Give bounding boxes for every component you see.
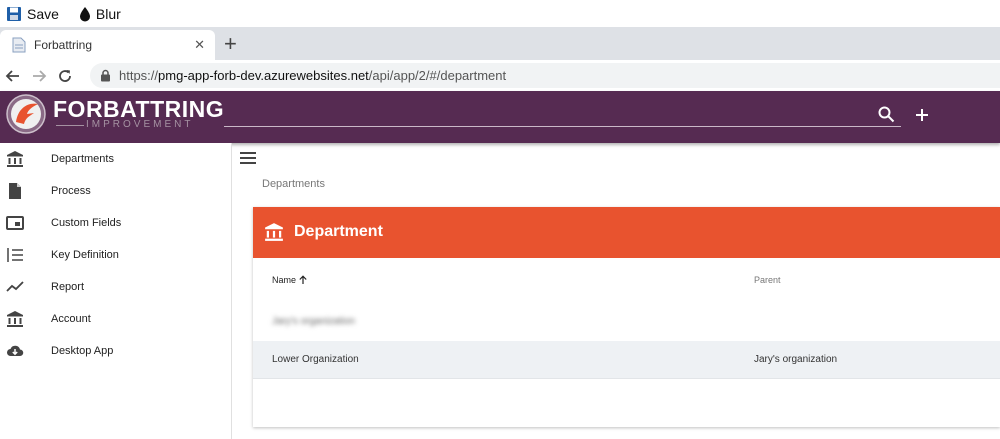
save-button[interactable]: Save xyxy=(6,6,59,22)
annotation-toolbar: Save Blur xyxy=(0,0,1000,27)
sidebar-item-label: Key Definition xyxy=(51,249,119,261)
url-host: pmg-app-forb-dev.azurewebsites.net xyxy=(158,68,369,83)
app-header: FORBATTRING IMPROVEMENT xyxy=(0,91,1000,143)
search-input[interactable] xyxy=(224,126,901,127)
ordered-list-icon xyxy=(7,248,23,262)
sort-ascending-icon xyxy=(299,275,307,284)
sidebar-item-label: Process xyxy=(51,185,91,197)
new-tab-icon[interactable]: + xyxy=(224,31,237,57)
close-tab-icon[interactable]: ✕ xyxy=(194,37,205,53)
trend-icon xyxy=(6,281,24,292)
bank-icon xyxy=(7,311,23,327)
forward-icon[interactable] xyxy=(26,68,52,84)
sidebar-item-report[interactable]: Report xyxy=(0,271,231,303)
address-bar[interactable]: https://pmg-app-forb-dev.azurewebsites.n… xyxy=(90,63,1000,88)
brand-tagline: IMPROVEMENT xyxy=(86,119,194,130)
cell-name: Lower Organization xyxy=(272,354,359,365)
sidebar: Departments Process Custom Fields Key De… xyxy=(0,143,232,439)
sidebar-item-account[interactable]: Account xyxy=(0,303,231,335)
droplet-icon xyxy=(79,6,90,21)
cell-parent: Jary's organization xyxy=(754,354,838,365)
column-header-label: Name xyxy=(272,275,297,285)
lock-icon xyxy=(101,69,110,82)
browser-tab-strip: Forbattring ✕ + xyxy=(0,27,1000,60)
page-favicon-icon xyxy=(12,37,26,53)
back-icon[interactable] xyxy=(0,68,26,84)
department-card: Department Name Parent Jary's organizati… xyxy=(253,207,1000,427)
breadcrumb[interactable]: Departments xyxy=(262,178,325,190)
custom-field-icon xyxy=(6,216,24,230)
floppy-disk-icon xyxy=(7,6,21,21)
tab-title: Forbattring xyxy=(34,38,93,52)
sidebar-item-desktop-app[interactable]: Desktop App xyxy=(0,335,231,367)
sidebar-item-label: Departments xyxy=(51,153,114,165)
bank-icon xyxy=(265,223,283,241)
column-header-parent[interactable]: Parent xyxy=(754,275,781,285)
card-header: Department xyxy=(253,207,1000,258)
blur-label: Blur xyxy=(95,5,121,22)
brand-divider xyxy=(56,125,84,126)
cloud-download-icon xyxy=(7,345,24,356)
document-icon xyxy=(9,183,21,199)
browser-tab[interactable]: Forbattring ✕ xyxy=(0,30,215,60)
column-header-name[interactable]: Name xyxy=(272,275,308,285)
card-title: Department xyxy=(294,223,383,240)
brand-logo-icon xyxy=(6,94,46,134)
reload-icon[interactable] xyxy=(52,68,78,84)
search-icon[interactable] xyxy=(878,106,895,123)
add-icon[interactable] xyxy=(913,106,931,124)
sidebar-item-custom-fields[interactable]: Custom Fields xyxy=(0,207,231,239)
url-prefix: https:// xyxy=(119,68,159,83)
blur-button[interactable]: Blur xyxy=(79,6,121,22)
address-row: https://pmg-app-forb-dev.azurewebsites.n… xyxy=(0,60,1000,91)
sidebar-item-label: Account xyxy=(51,313,91,325)
table-row[interactable]: Lower Organization Jary's organization xyxy=(253,341,1000,379)
url-path: /api/app/2/#/department xyxy=(368,68,507,83)
sidebar-item-key-definition[interactable]: Key Definition xyxy=(0,239,231,271)
save-label: Save xyxy=(27,5,59,22)
sidebar-item-label: Report xyxy=(51,281,85,293)
sidebar-item-departments[interactable]: Departments xyxy=(0,143,231,175)
sidebar-item-process[interactable]: Process xyxy=(0,175,231,207)
sidebar-item-label: Desktop App xyxy=(51,345,114,357)
cell-name: Jary's organization xyxy=(272,316,356,327)
table-row[interactable]: Jary's organization xyxy=(253,303,1000,341)
menu-icon[interactable] xyxy=(240,151,256,165)
url-text: https://pmg-app-forb-dev.azurewebsites.n… xyxy=(119,68,506,83)
bank-icon xyxy=(7,151,23,167)
sidebar-item-label: Custom Fields xyxy=(51,217,122,229)
